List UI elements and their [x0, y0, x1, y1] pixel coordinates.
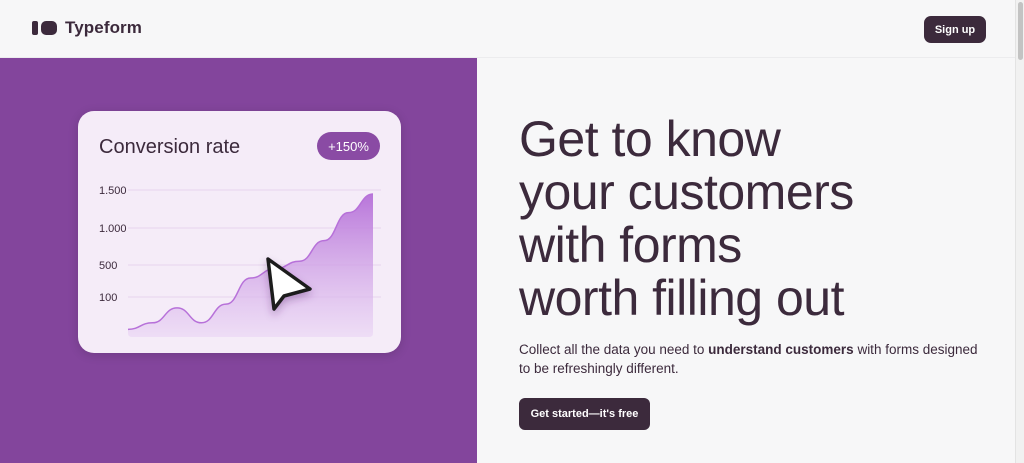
growth-badge: +150%: [317, 132, 380, 160]
hero-headline: Get to know your customers with forms wo…: [519, 113, 999, 325]
y-tick-label: 500: [99, 260, 117, 272]
logo-text: Typeform: [65, 18, 142, 37]
headline-line: Get to know: [519, 111, 781, 167]
top-navigation-bar: Typeform Sign up: [0, 0, 1015, 58]
headline-line: your customers: [519, 164, 854, 220]
y-tick-label: 1.500: [99, 185, 127, 197]
sign-up-button[interactable]: Sign up: [924, 16, 986, 43]
hero-subtext: Collect all the data you need to underst…: [519, 340, 989, 378]
headline-line: worth filling out: [519, 270, 845, 326]
subtext-emphasis: understand customers: [708, 342, 854, 357]
page-scrollbar[interactable]: [1015, 0, 1024, 463]
card-title: Conversion rate: [99, 136, 241, 158]
subtext-part: Collect all the data you need to: [519, 342, 709, 357]
get-started-button[interactable]: Get started—it's free: [519, 398, 650, 430]
conversion-rate-card: 1.500 1.000 500 100 Conversion rate +150%: [78, 111, 401, 353]
headline-line: with forms: [519, 217, 742, 273]
typeform-logo-icon: [32, 21, 57, 35]
y-tick-label: 100: [99, 292, 117, 304]
scrollbar-thumb[interactable]: [1018, 2, 1023, 60]
typeform-logo[interactable]: Typeform: [32, 18, 142, 38]
y-tick-label: 1.000: [99, 223, 127, 235]
hero-illustration-panel: 1.500 1.000 500 100 Conversion rate +150%: [0, 58, 477, 463]
